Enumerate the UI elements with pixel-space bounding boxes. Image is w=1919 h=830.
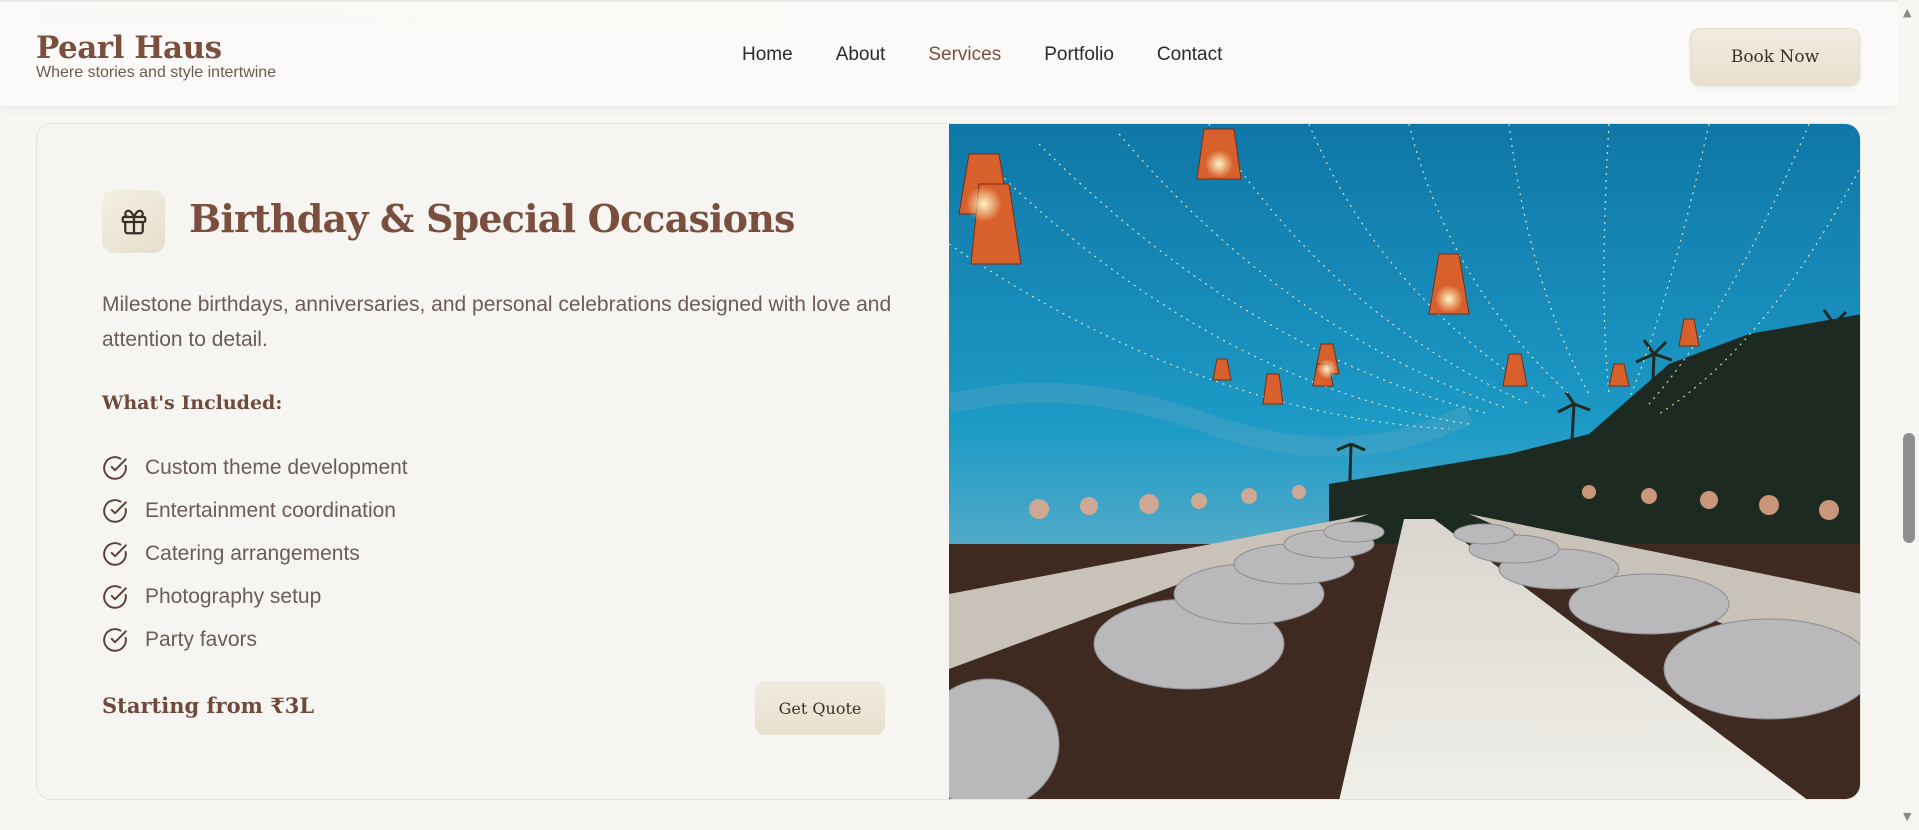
gift-icon: [121, 209, 146, 234]
brand-tagline: Where stories and style intertwine: [36, 64, 277, 81]
scroll-down-arrow-icon[interactable]: ▼: [1903, 810, 1911, 823]
check-circle-icon: [103, 455, 127, 480]
service-card: Birthday & Special Occasions Milestone b…: [36, 123, 1861, 800]
nav-services[interactable]: Services: [928, 44, 1001, 66]
nav-home[interactable]: Home: [742, 44, 793, 66]
check-circle-icon: [103, 541, 127, 566]
scroll-thumb[interactable]: [1903, 433, 1915, 543]
check-circle-icon: [103, 498, 127, 523]
check-circle-icon: [103, 584, 127, 609]
feature-label: Entertainment coordination: [145, 498, 396, 522]
nav-contact[interactable]: Contact: [1157, 44, 1222, 66]
scroll-up-arrow-icon[interactable]: ▲: [1903, 6, 1911, 19]
check-circle-icon: [103, 627, 127, 652]
feature-item: Photography setup: [102, 575, 408, 618]
feature-item: Party favors: [102, 618, 408, 661]
feature-label: Catering arrangements: [145, 541, 360, 565]
feature-list: Custom theme development Entertainment c…: [102, 446, 408, 661]
feature-label: Photography setup: [145, 584, 322, 608]
nav-portfolio[interactable]: Portfolio: [1044, 44, 1114, 66]
main-nav: Home About Services Portfolio Contact: [742, 44, 1265, 66]
service-icon-box: [102, 190, 165, 253]
book-now-button[interactable]: Book Now: [1690, 28, 1860, 86]
included-heading: What's Included:: [102, 392, 283, 414]
get-quote-button[interactable]: Get Quote: [755, 681, 885, 735]
starting-price: Starting from ₹3L: [102, 693, 315, 718]
service-description: Milestone birthdays, anniversaries, and …: [102, 293, 892, 351]
scrollbar[interactable]: ▲ ▼: [1898, 0, 1919, 830]
service-title: Birthday & Special Occasions: [189, 196, 795, 241]
feature-label: Custom theme development: [145, 455, 408, 479]
brand[interactable]: Pearl Haus Where stories and style inter…: [36, 30, 276, 82]
feature-item: Catering arrangements: [102, 532, 408, 575]
nav-about[interactable]: About: [836, 44, 886, 66]
feature-label: Party favors: [145, 627, 258, 651]
beach-party-photo: [949, 124, 1860, 799]
feature-item: Entertainment coordination: [102, 489, 408, 532]
brand-name[interactable]: Pearl Haus: [36, 30, 276, 66]
feature-item: Custom theme development: [102, 446, 408, 489]
site-header: Pearl Haus Where stories and style inter…: [0, 0, 1898, 106]
